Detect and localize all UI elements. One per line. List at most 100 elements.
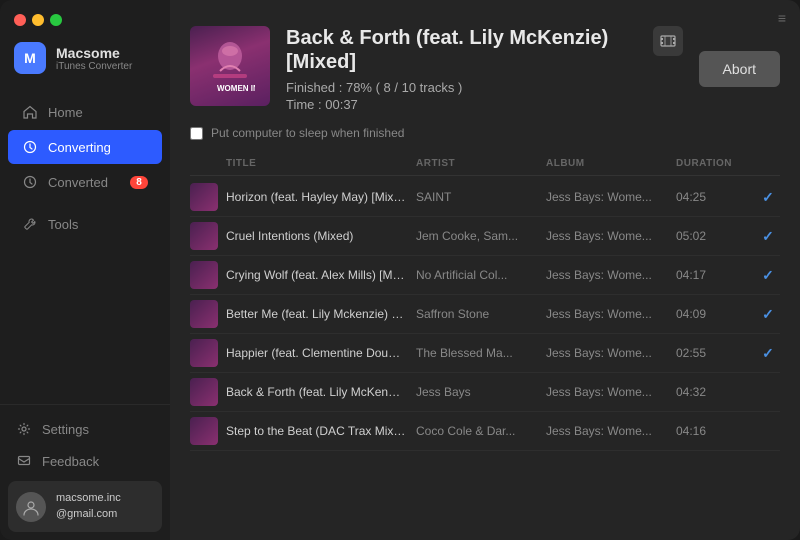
track-artist: Coco Cole & Dar... <box>416 424 546 438</box>
track-thumbnail <box>190 261 218 289</box>
sleep-option: Put computer to sleep when finished <box>170 126 800 152</box>
sidebar-item-feedback[interactable]: Feedback <box>8 445 162 477</box>
col-album: ALBUM <box>546 158 676 169</box>
nav-section: Home Converting Converted 8 <box>0 90 170 404</box>
track-row[interactable]: Horizon (feat. Hayley May) [Mixed] SAINT… <box>190 178 780 217</box>
track-row[interactable]: Crying Wolf (feat. Alex Mills) [Mixed] N… <box>190 256 780 295</box>
track-artist: Saffron Stone <box>416 307 546 321</box>
col-artist: ARTIST <box>416 158 546 169</box>
conversion-info: Back & Forth (feat. Lily McKenzie) [Mixe… <box>286 26 637 112</box>
track-artist: SAINT <box>416 190 546 204</box>
user-profile[interactable]: macsome.inc @gmail.com <box>8 481 162 532</box>
track-thumbnail <box>190 300 218 328</box>
close-button[interactable] <box>14 14 26 26</box>
conversion-time: Time : 00:37 <box>286 97 637 112</box>
sidebar: M Macsome iTunes Converter Home Converti… <box>0 0 170 540</box>
svg-text:WOMEN IN: WOMEN IN <box>217 84 255 93</box>
track-artist: No Artificial Col... <box>416 268 546 282</box>
sleep-label: Put computer to sleep when finished <box>211 126 404 140</box>
converted-icon <box>22 174 38 190</box>
app-subtitle: iTunes Converter <box>56 61 132 72</box>
track-list: TITLE ARTIST ALBUM DURATION Horizon (fea… <box>170 152 800 540</box>
conversion-progress: Finished : 78% ( 8 / 10 tracks ) <box>286 80 637 95</box>
sidebar-item-converting-label: Converting <box>48 140 111 155</box>
feedback-icon <box>16 453 32 469</box>
col-title: TITLE <box>226 158 416 169</box>
track-thumbnail <box>190 222 218 250</box>
sidebar-item-tools[interactable]: Tools <box>8 207 162 241</box>
track-title: Crying Wolf (feat. Alex Mills) [Mixed] <box>226 268 416 282</box>
track-row[interactable]: Step to the Beat (DAC Trax Mix) [Mixed] … <box>190 412 780 451</box>
track-duration: 04:32 <box>676 385 756 399</box>
sidebar-item-tools-label: Tools <box>48 217 78 232</box>
menu-icon[interactable]: ≡ <box>778 10 786 26</box>
track-duration: 04:17 <box>676 268 756 282</box>
sidebar-bottom: Settings Feedback macsome.inc @gmail.com <box>0 404 170 540</box>
track-duration: 05:02 <box>676 229 756 243</box>
settings-icon <box>16 421 32 437</box>
settings-label: Settings <box>42 422 89 437</box>
traffic-lights <box>0 0 170 36</box>
track-album: Jess Bays: Wome... <box>546 229 676 243</box>
feedback-label: Feedback <box>42 454 99 469</box>
track-title: Horizon (feat. Hayley May) [Mixed] <box>226 190 416 204</box>
track-status: ✓ <box>756 267 780 284</box>
conversion-header: WOMEN IN Back & Forth (feat. Lily McKenz… <box>170 26 800 126</box>
track-album: Jess Bays: Wome... <box>546 190 676 204</box>
track-duration: 04:09 <box>676 307 756 321</box>
converted-badge: 8 <box>130 176 148 189</box>
sidebar-item-converted-label: Converted <box>48 175 108 190</box>
app-name: Macsome <box>56 45 132 61</box>
avatar <box>16 492 46 522</box>
track-artist: Jess Bays <box>416 385 546 399</box>
conversion-title: Back & Forth (feat. Lily McKenzie) [Mixe… <box>286 26 637 74</box>
col-thumb <box>190 158 226 169</box>
sidebar-item-home-label: Home <box>48 105 83 120</box>
track-status: ✓ <box>756 189 780 206</box>
maximize-button[interactable] <box>50 14 62 26</box>
sidebar-item-converting[interactable]: Converting <box>8 130 162 164</box>
sidebar-item-home[interactable]: Home <box>8 95 162 129</box>
track-row[interactable]: Better Me (feat. Lily Mckenzie) [Mixed] … <box>190 295 780 334</box>
track-album: Jess Bays: Wome... <box>546 307 676 321</box>
col-duration: DURATION <box>676 158 756 169</box>
track-status: ✓ <box>756 228 780 245</box>
tools-icon <box>22 216 38 232</box>
track-row[interactable]: Back & Forth (feat. Lily McKenzie) [Mi..… <box>190 373 780 412</box>
track-title: Cruel Intentions (Mixed) <box>226 229 416 243</box>
user-email: macsome.inc @gmail.com <box>56 491 121 522</box>
sidebar-item-converted[interactable]: Converted 8 <box>8 165 162 199</box>
track-album: Jess Bays: Wome... <box>546 346 676 360</box>
track-title: Happier (feat. Clementine Douglas) [.. <box>226 346 416 360</box>
home-icon <box>22 104 38 120</box>
main-content: ≡ WOMEN IN Back & Forth (feat. Lily McKe… <box>170 0 800 540</box>
minimize-button[interactable] <box>32 14 44 26</box>
track-thumbnail <box>190 378 218 406</box>
track-status: ✓ <box>756 345 780 362</box>
track-thumbnail <box>190 183 218 211</box>
col-status <box>756 158 780 169</box>
film-icon-button[interactable] <box>653 26 683 56</box>
track-row[interactable]: Happier (feat. Clementine Douglas) [.. T… <box>190 334 780 373</box>
track-thumbnail <box>190 339 218 367</box>
track-rows: Horizon (feat. Hayley May) [Mixed] SAINT… <box>190 178 780 451</box>
sleep-checkbox[interactable] <box>190 127 203 140</box>
track-status: ✓ <box>756 306 780 323</box>
track-title: Better Me (feat. Lily Mckenzie) [Mixed] <box>226 307 416 321</box>
track-duration: 02:55 <box>676 346 756 360</box>
converting-icon <box>22 139 38 155</box>
track-header: TITLE ARTIST ALBUM DURATION <box>190 152 780 176</box>
track-duration: 04:25 <box>676 190 756 204</box>
album-art: WOMEN IN <box>190 26 270 106</box>
track-album: Jess Bays: Wome... <box>546 268 676 282</box>
track-row[interactable]: Cruel Intentions (Mixed) Jem Cooke, Sam.… <box>190 217 780 256</box>
track-thumbnail <box>190 417 218 445</box>
track-artist: Jem Cooke, Sam... <box>416 229 546 243</box>
sidebar-item-settings[interactable]: Settings <box>8 413 162 445</box>
top-bar: ≡ <box>170 0 800 26</box>
track-title: Back & Forth (feat. Lily McKenzie) [Mi..… <box>226 385 416 399</box>
track-album: Jess Bays: Wome... <box>546 424 676 438</box>
app-logo: M <box>14 42 46 74</box>
track-album: Jess Bays: Wome... <box>546 385 676 399</box>
abort-button[interactable]: Abort <box>699 51 780 87</box>
